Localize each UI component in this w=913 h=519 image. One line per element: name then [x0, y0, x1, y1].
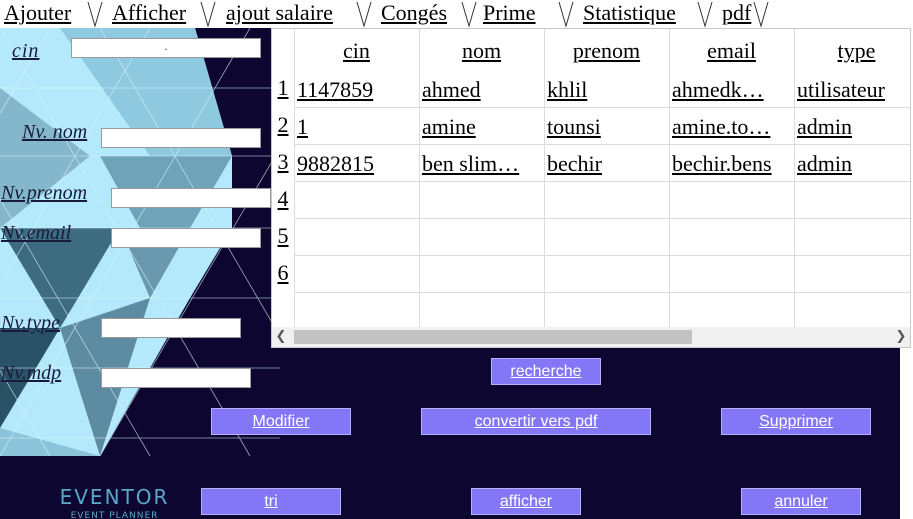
tab-conges[interactable]: Congés	[381, 0, 447, 28]
tab-prime[interactable]: Prime	[483, 0, 536, 28]
grid-line	[294, 218, 910, 219]
eventor-logo: EVENTOR EVENT PLANNER	[52, 485, 177, 519]
table-cell[interactable]: ben slim…	[419, 144, 544, 181]
annuler-button[interactable]: annuler	[741, 488, 861, 515]
tab-ajouter[interactable]: Ajouter	[4, 0, 71, 28]
convertir-pdf-button[interactable]: convertir vers pdf	[421, 408, 651, 435]
afficher-button[interactable]: afficher	[471, 488, 581, 515]
mdp-label: Nv.mdp	[1, 362, 62, 384]
nom-label: Nv. nom	[22, 121, 88, 143]
logo-name: EVENTOR	[59, 485, 170, 509]
table-cell[interactable]: khlil	[544, 70, 669, 107]
column-header-nom[interactable]: nom	[419, 29, 544, 67]
row-number[interactable]: 2	[272, 112, 294, 138]
logo-tagline: EVENT PLANNER	[70, 511, 159, 519]
users-table[interactable]: cin nom prenom email type 1 2 3 4 5 6 11…	[271, 28, 911, 348]
tab-separator	[356, 1, 372, 28]
column-header-email[interactable]: email	[669, 29, 794, 67]
prenom-input[interactable]	[111, 188, 271, 208]
mdp-input[interactable]	[101, 368, 251, 388]
table-cell[interactable]: utilisateur	[794, 70, 910, 107]
column-header-prenom[interactable]: prenom	[544, 29, 669, 67]
chevron-left-icon[interactable]: ❮	[272, 327, 290, 347]
horizontal-scrollbar[interactable]: ❮ ❯	[272, 327, 910, 347]
tab-pdf[interactable]: pdf	[722, 0, 751, 28]
email-input[interactable]	[111, 228, 261, 248]
table-cell[interactable]: amine	[419, 107, 544, 144]
tab-separator	[753, 1, 769, 28]
table-cell[interactable]: bechir.bens	[669, 144, 794, 181]
column-header-cin[interactable]: cin	[294, 29, 419, 67]
row-number[interactable]: 5	[272, 223, 294, 249]
row-number[interactable]: 3	[272, 149, 294, 175]
cin-input[interactable]: .	[71, 38, 261, 58]
row-number[interactable]: 6	[272, 260, 294, 286]
chevron-right-icon[interactable]: ❯	[892, 327, 910, 347]
table-cell[interactable]: 9882815	[294, 144, 419, 181]
tab-afficher[interactable]: Afficher	[112, 0, 186, 28]
nom-input[interactable]	[101, 128, 261, 148]
table-cell[interactable]: 1147859	[294, 70, 419, 107]
table-cell[interactable]: admin	[794, 107, 910, 144]
table-cell[interactable]: ahmedk…	[669, 70, 794, 107]
background-artwork	[0, 28, 280, 457]
email-label: Nv.email	[1, 222, 72, 244]
tab-ajout-salaire[interactable]: ajout salaire	[226, 0, 333, 28]
tri-button[interactable]: tri	[201, 488, 341, 515]
tab-separator	[461, 1, 477, 28]
prenom-label: Nv.prenom	[1, 182, 88, 204]
table-cell[interactable]: 1	[294, 107, 419, 144]
modifier-button[interactable]: Modifier	[211, 408, 351, 435]
type-input[interactable]	[101, 318, 241, 338]
tab-separator	[558, 1, 574, 28]
recherche-button[interactable]: recherche	[491, 358, 601, 385]
table-cell[interactable]: bechir	[544, 144, 669, 181]
cin-label: cin	[12, 40, 40, 62]
column-header-type[interactable]: type	[794, 29, 910, 67]
tab-separator	[200, 1, 216, 28]
type-label: Nv.type	[1, 312, 61, 334]
tab-separator	[87, 1, 103, 28]
grid-line	[294, 292, 910, 293]
scrollbar-thumb[interactable]	[294, 330, 692, 344]
tab-bar: Ajouter Afficher ajout salaire Congés Pr…	[0, 0, 913, 28]
table-cell[interactable]: ahmed	[419, 70, 544, 107]
supprimer-button[interactable]: Supprimer	[721, 408, 871, 435]
grid-line	[294, 255, 910, 256]
table-cell[interactable]: tounsi	[544, 107, 669, 144]
row-number[interactable]: 1	[272, 75, 294, 101]
table-cell[interactable]: amine.to…	[669, 107, 794, 144]
tab-statistique[interactable]: Statistique	[583, 0, 676, 28]
table-cell[interactable]: admin	[794, 144, 910, 181]
row-number[interactable]: 4	[272, 186, 294, 212]
tab-separator	[697, 1, 713, 28]
grid-line	[294, 181, 910, 182]
